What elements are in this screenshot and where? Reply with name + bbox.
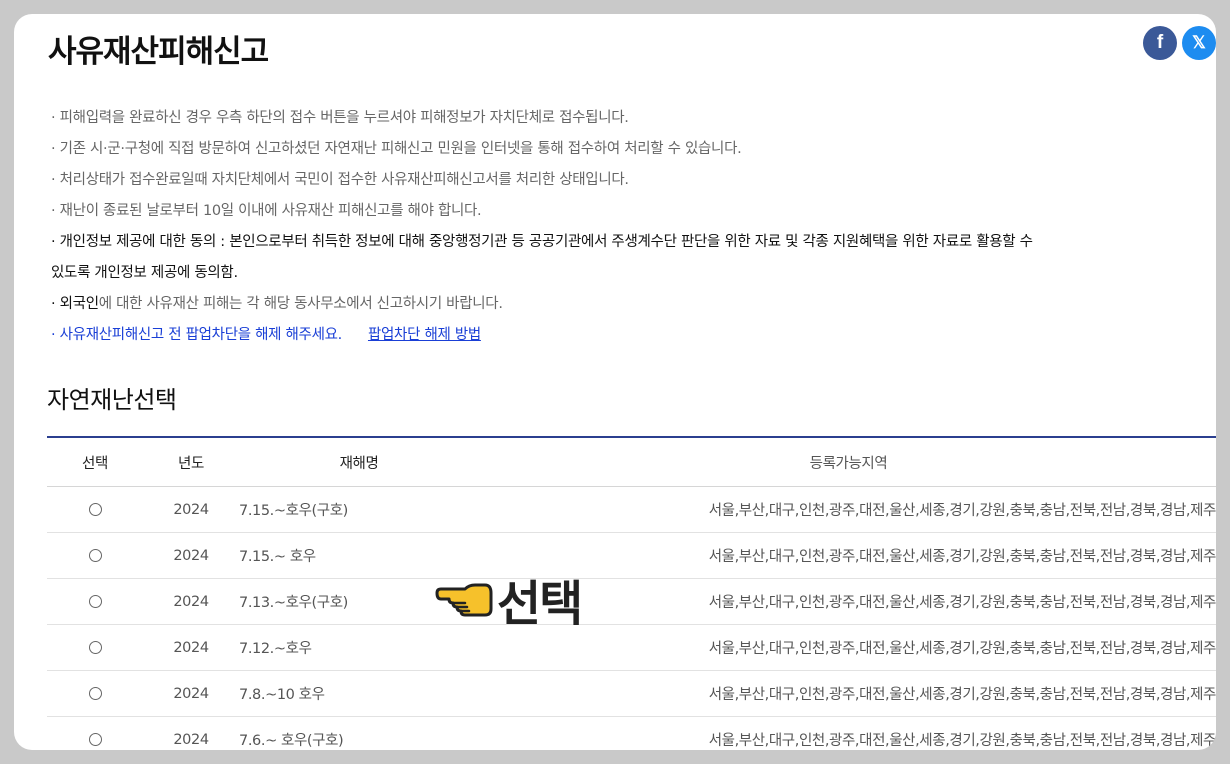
- foreigner-notice: · 외국인에 대한 사유재산 피해는 각 해당 동사무소에서 신고하시기 바랍니…: [51, 289, 1191, 320]
- facebook-icon: f: [1156, 32, 1164, 53]
- select-annotation-label: 선택: [497, 576, 583, 632]
- popup-unblock-help-link[interactable]: 팝업차단 해제 방법: [368, 327, 481, 343]
- disaster-table: 선택 년도 재해명 등록가능지역 2024 7.15.~호우(구호) 서울,부산…: [47, 436, 1216, 750]
- table-row[interactable]: 2024 7.13.~호우(구호) 서울,부산,대구,인천,광주,대전,울산,세…: [47, 578, 1216, 625]
- x-share-button[interactable]: 𝕏: [1182, 26, 1216, 60]
- year-cell: 2024: [143, 716, 239, 750]
- region-cell: 서울,부산,대구,인천,광주,대전,울산,세종,경기,강원,충북,충남,전북,전…: [480, 670, 1216, 717]
- select-radio[interactable]: [88, 687, 102, 700]
- region-cell: 서울,부산,대구,인천,광주,대전,울산,세종,경기,강원,충북,충남,전북,전…: [480, 716, 1216, 750]
- year-cell: 2024: [143, 532, 239, 579]
- column-header-year: 년도: [143, 437, 239, 487]
- table-row[interactable]: 2024 7.12.~호우 서울,부산,대구,인천,광주,대전,울산,세종,경기…: [47, 624, 1216, 671]
- x-icon: 𝕏: [1192, 33, 1206, 52]
- disaster-name-cell: 7.15.~호우(구호): [239, 486, 480, 533]
- popup-notice: · 사유재산피해신고 전 팝업차단을 해제 해주세요. 팝업차단 해제 방법: [51, 320, 1191, 351]
- pointing-hand-icon: [435, 583, 493, 617]
- disaster-name-cell: 7.6.~ 호우(구호): [239, 716, 480, 750]
- region-cell: 서울,부산,대구,인천,광주,대전,울산,세종,경기,강원,충북,충남,전북,전…: [480, 532, 1216, 579]
- table-row[interactable]: 2024 7.15.~ 호우 서울,부산,대구,인천,광주,대전,울산,세종,경…: [47, 532, 1216, 579]
- select-annotation: 선택: [435, 564, 583, 634]
- facebook-share-button[interactable]: f: [1143, 26, 1177, 60]
- table-row[interactable]: 2024 7.6.~ 호우(구호) 서울,부산,대구,인천,광주,대전,울산,세…: [47, 716, 1216, 750]
- select-radio[interactable]: [88, 595, 102, 608]
- popup-notice-text: · 사유재산피해신고 전 팝업차단을 해제 해주세요.: [51, 327, 342, 343]
- page-frame: 사유재산피해신고 f 𝕏 · 피해입력을 완료하신 경우 우측 하단의 접수 버…: [14, 14, 1216, 750]
- year-cell: 2024: [143, 624, 239, 671]
- notice-item: · 피해입력을 완료하신 경우 우측 하단의 접수 버튼을 누르셔야 피해정보가…: [51, 110, 629, 126]
- table-header-row: 선택 년도 재해명 등록가능지역: [47, 437, 1216, 487]
- year-cell: 2024: [143, 578, 239, 625]
- notice-item: · 처리상태가 접수완료일때 자치단체에서 국민이 접수한 사유재산피해신고서를…: [51, 172, 629, 188]
- select-radio[interactable]: [88, 503, 102, 516]
- privacy-consent-notice: · 개인정보 제공에 대한 동의 : 본인으로부터 취득한 정보에 대해 중앙행…: [51, 234, 1033, 250]
- table-row[interactable]: 2024 7.15.~호우(구호) 서울,부산,대구,인천,광주,대전,울산,세…: [47, 486, 1216, 533]
- column-header-select: 선택: [47, 437, 143, 487]
- region-cell: 서울,부산,대구,인천,광주,대전,울산,세종,경기,강원,충북,충남,전북,전…: [480, 486, 1216, 533]
- foreigner-notice-prefix: ·: [51, 296, 60, 312]
- select-radio[interactable]: [88, 641, 102, 654]
- region-cell: 서울,부산,대구,인천,광주,대전,울산,세종,경기,강원,충북,충남,전북,전…: [480, 578, 1216, 625]
- notice-list: · 피해입력을 완료하신 경우 우측 하단의 접수 버튼을 누르셔야 피해정보가…: [51, 103, 1191, 351]
- year-cell: 2024: [143, 670, 239, 717]
- notice-item: · 재난이 종료된 날로부터 10일 이내에 사유재산 피해신고를 해야 합니다…: [51, 203, 482, 219]
- foreigner-highlight: 외국인: [59, 296, 99, 312]
- section-title: 자연재난선택: [47, 386, 177, 414]
- page-title: 사유재산피해신고: [48, 34, 269, 70]
- notice-item: · 기존 시·군·구청에 직접 방문하여 신고하셨던 자연재난 피해신고 민원을…: [51, 141, 742, 157]
- foreigner-notice-text: 에 대한 사유재산 피해는 각 해당 동사무소에서 신고하시기 바랍니다.: [98, 296, 503, 312]
- select-radio[interactable]: [88, 733, 102, 746]
- column-header-region: 등록가능지역: [480, 437, 1216, 487]
- disaster-name-cell: 7.8.~10 호우: [239, 670, 480, 717]
- privacy-consent-notice-cont: 있도록 개인정보 제공에 동의함.: [51, 265, 238, 281]
- table-row[interactable]: 2024 7.8.~10 호우 서울,부산,대구,인천,광주,대전,울산,세종,…: [47, 670, 1216, 717]
- select-radio[interactable]: [88, 549, 102, 562]
- column-header-disaster-name: 재해명: [239, 437, 480, 487]
- region-cell: 서울,부산,대구,인천,광주,대전,울산,세종,경기,강원,충북,충남,전북,전…: [480, 624, 1216, 671]
- year-cell: 2024: [143, 486, 239, 533]
